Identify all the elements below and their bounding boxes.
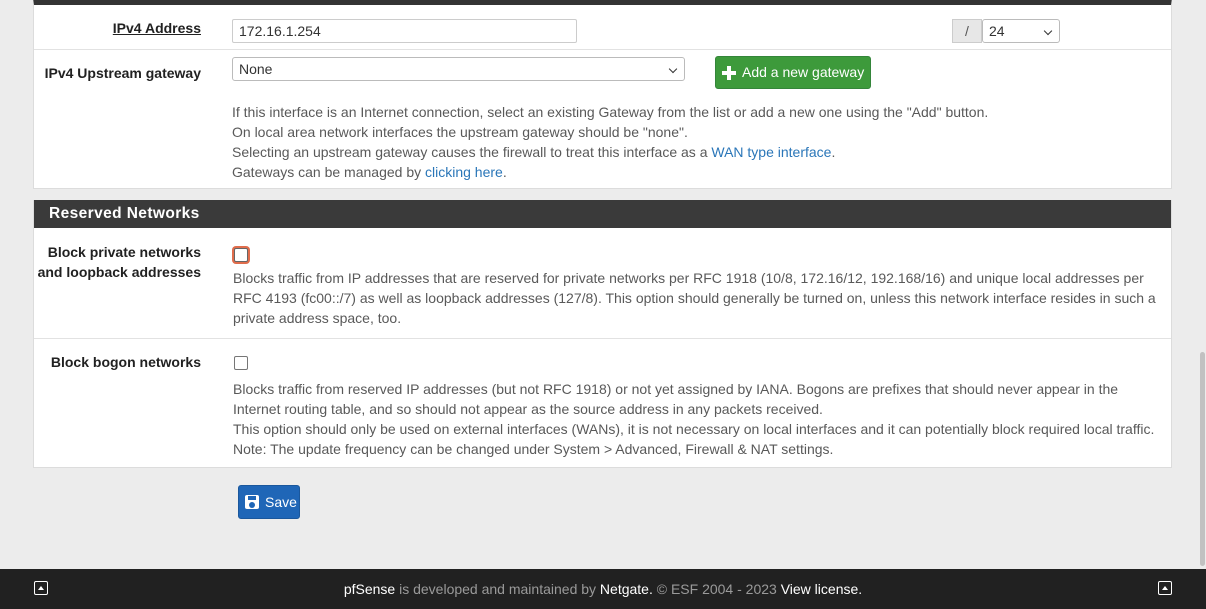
block-bogon-help-line1: Blocks traffic from reserved IP addresse… [233,381,1119,417]
gateway-help-line3-end: . [831,144,836,160]
block-private-label-line2: and loopback addresses [37,264,201,280]
block-private-checkbox[interactable] [234,248,248,262]
block-bogon-help-line2: This option should only be used on exter… [233,421,1155,437]
ipv4-address-label: IPv4 Address [112,20,201,36]
gateway-help-line3-text: Selecting an upstream gateway causes the… [232,144,712,160]
block-bogon-help-line3: Note: The update frequency can be change… [233,441,834,457]
block-private-label: Block private networks and loopback addr… [38,242,201,282]
gateway-help-line4: Gateways can be managed by clicking here… [232,162,1152,182]
gateway-help-line2: On local area network interfaces the ups… [232,124,688,140]
block-bogon-label: Block bogon networks [50,354,201,370]
manage-gateways-link[interactable]: clicking here [425,164,503,180]
reserved-networks-panel: Reserved Networks Block private networks… [33,200,1172,468]
block-private-label-line1: Block private networks [47,244,201,260]
ipv4-config-panel: IPv4 Address / 24 IPv4 Upstream gateway … [33,0,1172,189]
page-footer: pfSense is developed and maintained by N… [0,569,1206,609]
wan-type-interface-link[interactable]: WAN type interface [711,144,831,160]
add-gateway-button[interactable]: Add a new gateway [715,56,872,89]
cidr-select[interactable]: 24 [982,19,1060,43]
gateway-help-line4-text: Gateways can be managed by [232,164,426,180]
scrollbar-thumb[interactable] [1200,352,1205,566]
block-private-help: Blocks traffic from IP addresses that ar… [233,270,1156,326]
gateway-help-line1: If this interface is an Internet connect… [232,104,989,120]
save-button-label: Save [265,494,297,510]
footer-license-link[interactable]: View license. [781,581,862,597]
footer-product: pfSense [343,581,396,597]
gateway-select[interactable]: None [232,57,685,81]
scroll-top-icon[interactable] [34,581,48,595]
block-bogon-checkbox[interactable] [234,356,248,370]
gateway-help: If this interface is an Internet connect… [232,102,1152,182]
page-scrollbar[interactable] [1198,0,1206,569]
gateway-select-value: None [239,61,273,77]
cidr-select-value: 24 [989,23,1005,39]
block-bogon-help: Blocks traffic from reserved IP addresse… [233,379,1168,459]
plus-icon [722,66,736,80]
chevron-down-icon [668,64,678,74]
upstream-gateway-label: IPv4 Upstream gateway [44,65,201,81]
cidr-slash-addon: / [952,19,982,43]
gateway-help-line3: Selecting an upstream gateway causes the… [232,142,1152,162]
save-icon [245,495,259,509]
save-button[interactable]: Save [238,485,300,519]
footer-text1: is developed and maintained by [395,581,600,597]
ipv4-address-input[interactable] [232,19,577,43]
footer-company-link[interactable]: Netgate. [600,581,653,597]
add-gateway-label: Add a new gateway [742,64,865,80]
reserved-networks-heading: Reserved Networks [34,200,1171,228]
block-private-row: Block private networks and loopback addr… [34,228,1171,338]
gateway-help-line4-end: . [502,164,507,180]
ipv4-address-row: IPv4 Address / 24 [34,5,1171,49]
scroll-top-icon[interactable] [1158,581,1172,595]
footer-text2: © ESF 2004 - 2023 [652,581,781,597]
upstream-gateway-row: IPv4 Upstream gateway None Add a new gat… [34,49,1171,189]
chevron-down-icon [1043,26,1053,36]
block-bogon-row: Block bogon networks Blocks traffic from… [34,338,1171,466]
